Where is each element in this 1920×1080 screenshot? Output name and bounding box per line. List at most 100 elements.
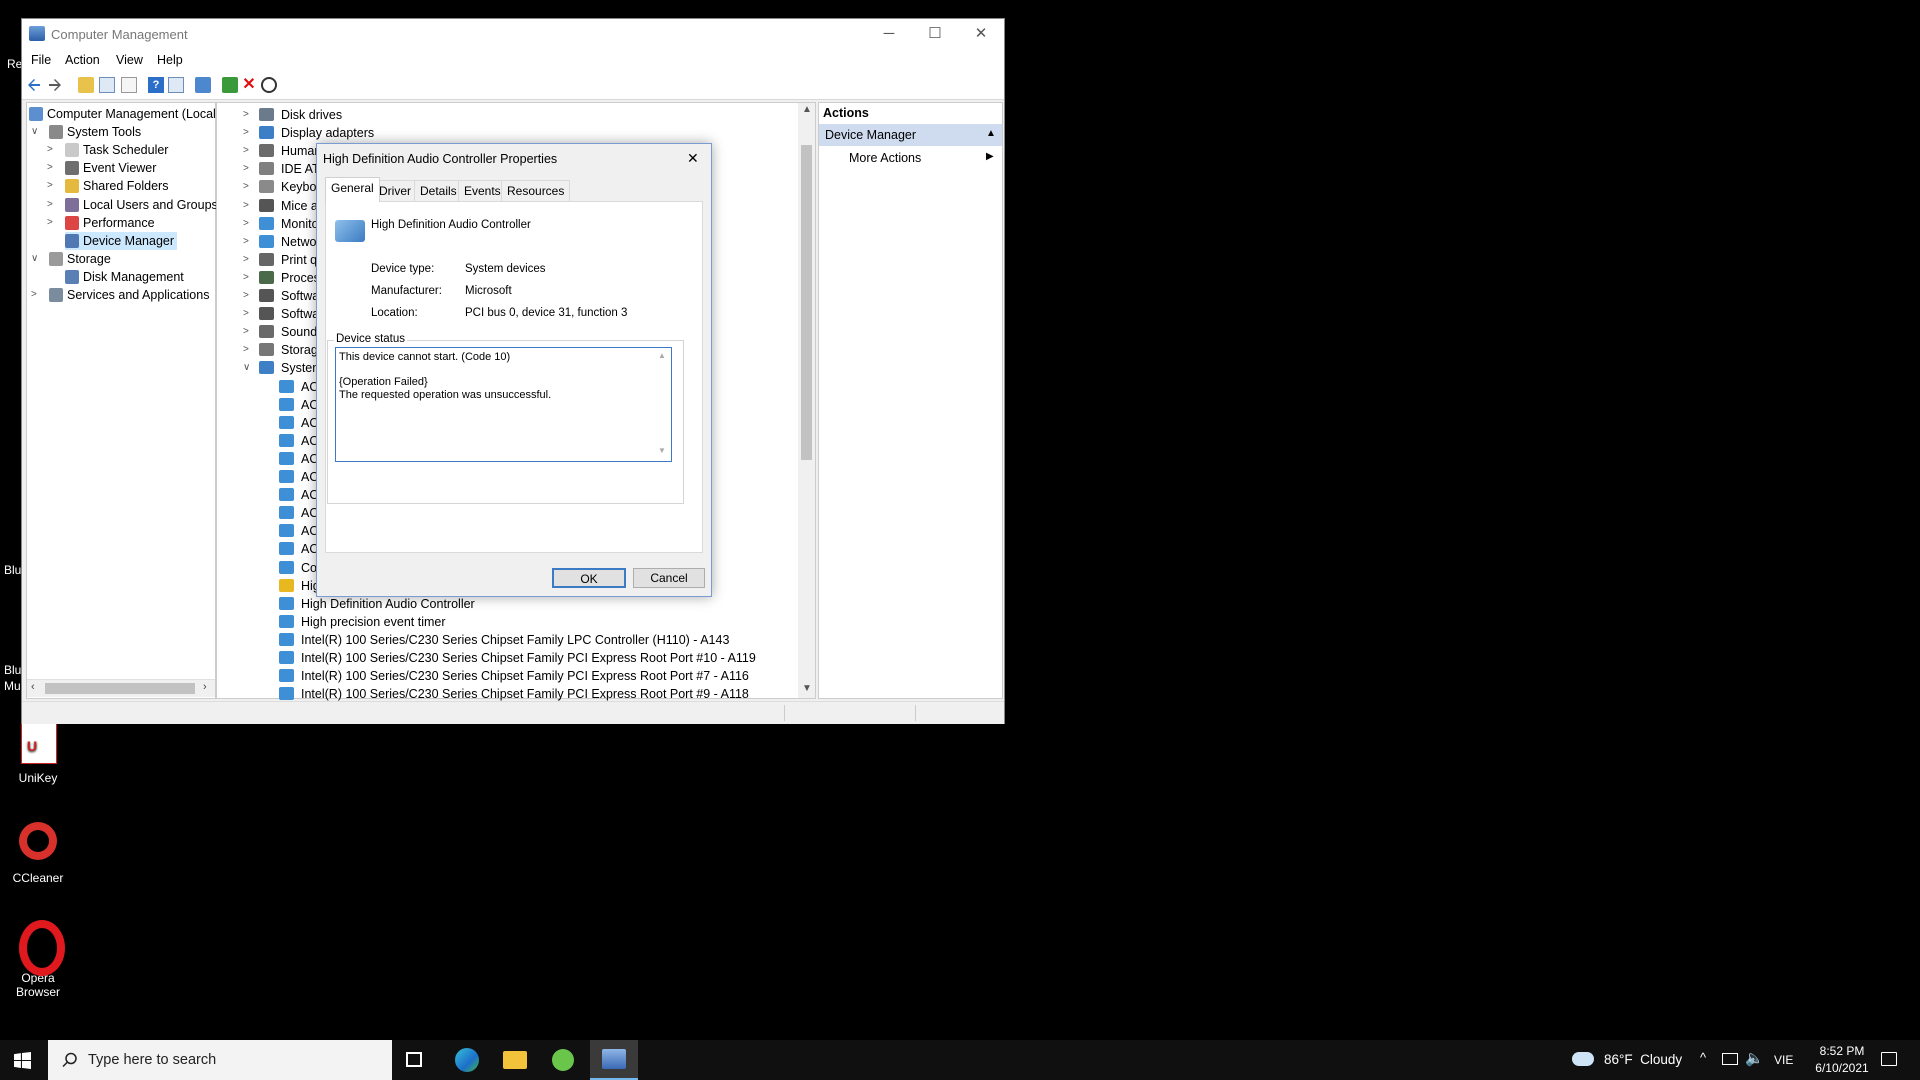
tree-expander-icon[interactable]: > — [47, 217, 53, 228]
maximize-button[interactable]: ☐ — [912, 19, 958, 49]
desktop-icon-ccleaner[interactable]: CCleaner — [0, 818, 76, 885]
desktop-icon-opera[interactable]: Opera Browser — [0, 918, 76, 999]
dialog-close-button[interactable]: ✕ — [687, 150, 699, 167]
device-expander-icon[interactable]: > — [243, 290, 249, 301]
more-actions-item[interactable]: More Actions ▶ — [819, 148, 1002, 168]
title-bar[interactable]: Computer Management ─ ☐ ✕ — [22, 19, 1004, 49]
collapse-triangle-icon[interactable]: ▲ — [986, 128, 996, 139]
tree-node[interactable]: Event Viewer — [65, 159, 156, 177]
taskbar-computer-management[interactable] — [590, 1040, 638, 1080]
weather-cloud-icon[interactable] — [1572, 1052, 1594, 1066]
device-node[interactable]: Display adapters — [259, 124, 374, 142]
tree-node[interactable]: Local Users and Groups — [65, 196, 218, 214]
uninstall-x-icon[interactable]: ✕ — [241, 77, 257, 93]
scrollbar-thumb[interactable] — [801, 145, 812, 460]
ok-button[interactable]: OK — [552, 568, 626, 588]
tree-node[interactable]: Device Manager — [65, 231, 178, 250]
tree-node[interactable]: System Tools — [49, 123, 141, 141]
scroll-up-arrow-icon[interactable]: ▲ — [802, 104, 812, 115]
menu-help[interactable]: Help — [157, 53, 183, 67]
device-node[interactable]: High precision event timer — [279, 613, 446, 631]
device-expander-icon[interactable]: > — [243, 181, 249, 192]
menu-view[interactable]: View — [116, 53, 143, 67]
windows-start-icon[interactable] — [14, 1052, 31, 1069]
minimize-button[interactable]: ─ — [866, 19, 912, 49]
device-expander-icon[interactable]: ∨ — [243, 362, 250, 373]
volume-icon[interactable]: 🔈 — [1745, 1049, 1764, 1067]
app-green-icon[interactable] — [552, 1049, 574, 1071]
tab-events[interactable]: Events — [458, 180, 507, 201]
tab-resources[interactable]: Resources — [501, 180, 571, 201]
device-expander-icon[interactable]: > — [243, 163, 249, 174]
tree-node[interactable]: Computer Management (Local — [29, 105, 216, 123]
up-folder-icon[interactable] — [78, 77, 94, 93]
device-node[interactable]: Intel(R) 100 Series/C230 Series Chipset … — [279, 631, 729, 649]
clock-date[interactable]: 6/10/2021 — [1806, 1061, 1878, 1075]
network-icon[interactable] — [1722, 1053, 1738, 1065]
notification-center-icon[interactable] — [1881, 1052, 1897, 1066]
device-expander-icon[interactable]: > — [243, 218, 249, 229]
scroll-left-arrow-icon[interactable]: ‹ — [31, 681, 35, 693]
scroll-down-arrow-icon[interactable]: ▼ — [802, 683, 812, 694]
tree-node[interactable]: Task Scheduler — [65, 141, 168, 159]
show-hide-tree-icon[interactable] — [99, 77, 115, 93]
device-expander-icon[interactable]: > — [243, 254, 249, 265]
device-expander-icon[interactable]: > — [243, 326, 249, 337]
input-language[interactable]: VIE — [1774, 1053, 1793, 1067]
device-expander-icon[interactable]: > — [243, 145, 249, 156]
tree-expander-icon[interactable]: > — [47, 180, 53, 191]
device-expander-icon[interactable]: > — [243, 272, 249, 283]
device-expander-icon[interactable]: > — [243, 344, 249, 355]
textbox-scroll-down-icon[interactable]: ▼ — [658, 446, 666, 455]
help-icon[interactable]: ? — [148, 77, 164, 93]
device-expander-icon[interactable]: > — [243, 236, 249, 247]
clock-time[interactable]: 8:52 PM — [1812, 1044, 1872, 1058]
device-expander-icon[interactable]: > — [243, 308, 249, 319]
device-expander-icon[interactable]: > — [243, 109, 249, 120]
device-expander-icon[interactable]: > — [243, 127, 249, 138]
back-arrow-icon[interactable] — [26, 77, 42, 93]
tree-expander-icon[interactable]: > — [31, 289, 37, 300]
tree-horizontal-scrollbar[interactable]: ‹ › — [27, 679, 215, 697]
textbox-scroll-up-icon[interactable]: ▲ — [658, 351, 666, 360]
edge-browser-icon[interactable] — [455, 1048, 479, 1072]
device-node[interactable]: High Definition Audio Controller — [279, 595, 475, 613]
tree-node[interactable]: Storage — [49, 250, 111, 268]
tree-expander-icon[interactable]: > — [47, 199, 53, 210]
desktop-icon-unikey[interactable]: U UniKey — [0, 718, 76, 785]
tree-node[interactable]: Services and Applications — [49, 286, 209, 304]
tree-node[interactable]: Performance — [65, 214, 155, 232]
weather-text[interactable]: 86°F Cloudy — [1604, 1052, 1682, 1067]
download-circle-icon[interactable] — [261, 77, 277, 93]
file-explorer-icon[interactable] — [503, 1051, 527, 1069]
forward-arrow-icon[interactable] — [47, 77, 63, 93]
device-expander-icon[interactable]: > — [243, 200, 249, 211]
properties-list-icon[interactable] — [121, 77, 137, 93]
show-hidden-icons-chevron-icon[interactable]: ^ — [1700, 1050, 1706, 1065]
scrollbar-thumb[interactable] — [45, 683, 195, 694]
scroll-right-arrow-icon[interactable]: › — [203, 681, 207, 693]
device-list-vertical-scrollbar[interactable]: ▲ ▼ — [798, 103, 815, 698]
menu-file[interactable]: File — [31, 53, 51, 67]
device-status-textbox[interactable]: This device cannot start. (Code 10) {Ope… — [335, 347, 672, 462]
tab-details[interactable]: Details — [414, 180, 463, 201]
view-icon[interactable] — [168, 77, 184, 93]
tree-node[interactable]: Shared Folders — [65, 177, 168, 195]
cancel-button[interactable]: Cancel — [633, 568, 705, 588]
monitor-icon[interactable] — [195, 77, 211, 93]
actions-section-device-manager[interactable]: Device Manager ▲ — [819, 124, 1002, 146]
device-node[interactable]: Disk drives — [259, 106, 342, 124]
task-view-icon[interactable] — [406, 1052, 422, 1067]
device-node[interactable]: Intel(R) 100 Series/C230 Series Chipset … — [279, 667, 749, 685]
tree-expander-icon[interactable]: > — [47, 162, 53, 173]
tree-node[interactable]: Disk Management — [65, 268, 184, 286]
close-button[interactable]: ✕ — [958, 19, 1004, 49]
menu-action[interactable]: Action — [65, 53, 100, 67]
tree-expander-icon[interactable]: ∨ — [31, 126, 38, 137]
device-node[interactable]: Intel(R) 100 Series/C230 Series Chipset … — [279, 649, 756, 667]
tree-expander-icon[interactable]: > — [47, 144, 53, 155]
taskbar-search-box[interactable]: Type here to search — [48, 1040, 392, 1080]
update-driver-icon[interactable] — [222, 77, 238, 93]
tab-general[interactable]: General — [325, 177, 380, 202]
tree-expander-icon[interactable]: ∨ — [31, 253, 38, 264]
